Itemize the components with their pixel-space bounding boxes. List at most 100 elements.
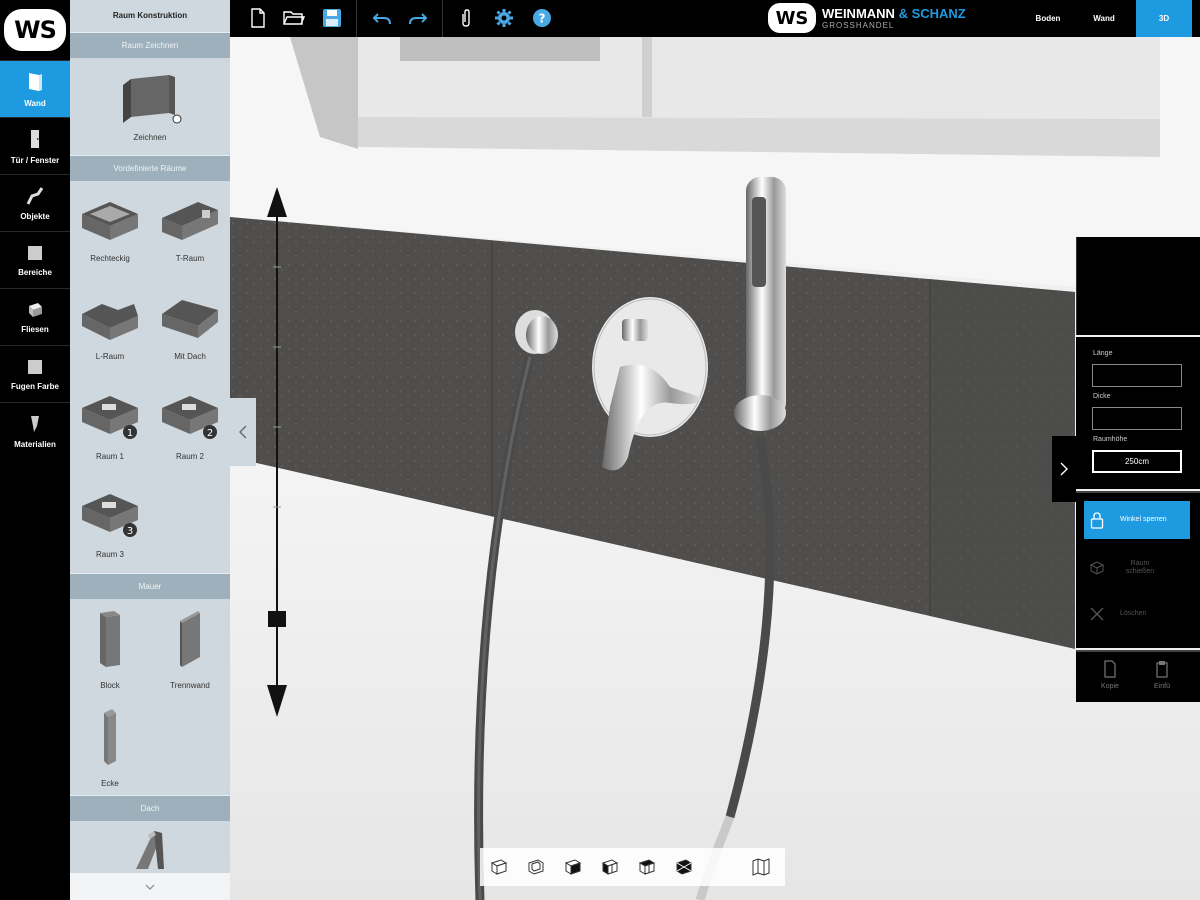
tab-3d[interactable]: 3D — [1136, 0, 1192, 37]
faucet-icon — [26, 186, 44, 205]
tab-boden[interactable]: Boden — [1022, 0, 1074, 37]
attach-button[interactable] — [454, 6, 478, 30]
panel-title: Raum Konstruktion — [70, 0, 230, 32]
wall-trennwand[interactable]: Trennwand — [150, 599, 230, 697]
cube-icon — [1089, 561, 1105, 575]
nav-item-fugen-farbe[interactable]: Fugen Farbe — [0, 345, 70, 402]
view-front-button[interactable] — [480, 848, 517, 886]
view-top-button[interactable] — [628, 848, 665, 886]
preview-box — [1076, 237, 1200, 335]
chevron-down-icon — [145, 884, 155, 890]
room-t-raum[interactable]: T-Raum — [150, 181, 230, 279]
nav-item-bereiche[interactable]: Bereiche — [0, 231, 70, 288]
view-back-button[interactable] — [517, 848, 554, 886]
camera-view-bar — [480, 848, 785, 886]
room-l-icon — [82, 303, 138, 340]
room-l-raum[interactable]: L-Raum — [70, 279, 150, 377]
room-t-icon — [162, 201, 218, 240]
height-gizmo[interactable] — [262, 187, 292, 717]
redo-icon — [409, 13, 428, 25]
svg-text:2: 2 — [207, 428, 213, 439]
open-folder-icon — [283, 11, 305, 25]
block-icon — [100, 610, 120, 667]
tab-wand[interactable]: Wand — [1078, 0, 1130, 37]
save-icon — [323, 9, 341, 27]
empty-slot — [150, 697, 230, 795]
section-vordefinierte-raeume: Vordefinierte Räume — [70, 155, 230, 181]
open-button[interactable] — [282, 6, 306, 30]
lock-icon — [1090, 512, 1104, 529]
material-icon — [31, 415, 39, 432]
view-iso-icon — [676, 859, 691, 875]
collapse-right-panel-button[interactable] — [1052, 436, 1076, 502]
height-handle — [268, 611, 286, 627]
wall-actions: Winkel sperren Raum schießen Löschen — [1076, 491, 1200, 648]
wall-properties-form: Länge Dicke Raumhöhe — [1076, 337, 1200, 489]
svg-text:3: 3 — [127, 526, 133, 537]
view-top-icon — [638, 859, 655, 875]
section-raum-zeichnen: Raum Zeichnen — [70, 32, 230, 58]
map-icon — [752, 858, 769, 876]
raumhoehe-input[interactable] — [1092, 450, 1182, 473]
help-button[interactable]: ? — [530, 6, 554, 30]
view-left-button[interactable] — [554, 848, 591, 886]
nav-item-objekte[interactable]: Objekte — [0, 174, 70, 231]
room-roof-icon — [162, 299, 218, 338]
tile-icon — [29, 302, 42, 317]
dicke-input[interactable] — [1092, 407, 1182, 430]
view-left-icon — [564, 859, 581, 875]
settings-button[interactable] — [492, 6, 516, 30]
save-button[interactable] — [320, 6, 344, 30]
room-3-icon: 3 — [82, 493, 138, 537]
help-icon: ? — [533, 9, 551, 27]
new-file-button[interactable] — [246, 6, 270, 30]
map-button[interactable] — [742, 848, 779, 886]
panel-scroll-down[interactable] — [70, 873, 230, 900]
room-rechteckig[interactable]: Rechteckig — [70, 181, 150, 279]
nav-item-materialien[interactable]: Materialien — [0, 402, 70, 459]
undo-button[interactable] — [370, 6, 394, 30]
roof-icon — [136, 831, 164, 869]
new-file-icon — [251, 8, 265, 28]
raumhoehe-label: Raumhöhe — [1093, 436, 1128, 443]
nav-item-fliesen[interactable]: Fliesen — [0, 288, 70, 345]
nav-item-tuer-fenster[interactable]: Tür / Fenster — [0, 117, 70, 174]
clipboard-actions: Kopie Einfü — [1076, 650, 1200, 702]
logo: WS — [0, 0, 70, 60]
nav-item-wand[interactable]: Wand — [0, 60, 70, 117]
laenge-input[interactable] — [1092, 364, 1182, 387]
wall-block[interactable]: Block — [70, 599, 150, 697]
loeschen-button[interactable]: Löschen — [1084, 595, 1190, 633]
winkel-sperren-button[interactable]: Winkel sperren — [1084, 501, 1190, 539]
empty-slot — [150, 475, 230, 573]
brand-logo: WS WEINMANN & SCHANZ GROSSHANDEL — [768, 3, 968, 33]
grout-color-icon — [28, 359, 42, 374]
room-mit-dach[interactable]: Mit Dach — [150, 279, 230, 377]
wall-ecke[interactable]: Ecke — [70, 697, 150, 795]
left-nav: WS Wand Tür / Fenster Objekte Bereiche F… — [0, 0, 70, 900]
raum-schiessen-button[interactable]: Raum schießen — [1084, 549, 1190, 587]
top-toolbar: ? WS WEINMANN & SCHANZ GROSSHANDEL Boden… — [230, 0, 1200, 37]
copy-icon — [1104, 660, 1116, 678]
room-1-icon: 1 — [82, 395, 138, 439]
room-raum-3[interactable]: 3 Raum 3 — [70, 475, 150, 573]
view-iso-button[interactable] — [665, 848, 702, 886]
wall-icon — [29, 72, 42, 91]
einfuegen-button[interactable]: Einfü — [1142, 660, 1182, 690]
collapse-panel-button[interactable] — [230, 398, 256, 466]
room-raum-1[interactable]: 1 Raum 1 — [70, 377, 150, 475]
construction-panel: Raum Konstruktion Raum Zeichnen Zeichnen… — [70, 0, 230, 900]
attach-icon — [462, 9, 470, 27]
view-right-button[interactable] — [591, 848, 628, 886]
dicke-label: Dicke — [1093, 393, 1111, 400]
draw-room-tile[interactable]: Zeichnen — [70, 58, 230, 155]
section-mauer: Mauer — [70, 573, 230, 599]
redo-button[interactable] — [406, 6, 430, 30]
room-2-icon: 2 — [162, 395, 218, 439]
kopie-button[interactable]: Kopie — [1090, 660, 1130, 690]
room-raum-2[interactable]: 2 Raum 2 — [150, 377, 230, 475]
partition-icon — [180, 610, 200, 667]
area-icon — [28, 245, 42, 260]
view-front-icon — [490, 859, 507, 875]
